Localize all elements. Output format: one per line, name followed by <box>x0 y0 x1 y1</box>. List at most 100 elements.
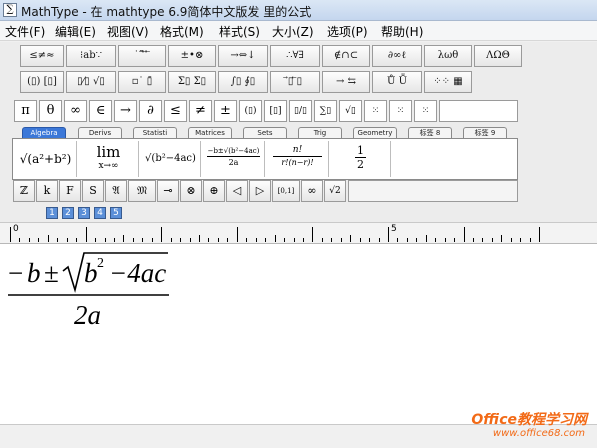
operators-palette-button[interactable]: ±•⊗ <box>168 45 216 67</box>
misc-symbols-palette-button[interactable]: ∂∞ℓ <box>372 45 422 67</box>
fences-palette-button[interactable]: (▯) [▯] <box>20 71 64 93</box>
less-equal-symbol-button[interactable]: ≤ <box>164 100 187 122</box>
fraktur-a-button[interactable]: 𝔄 <box>105 180 127 202</box>
menu-file[interactable]: 文件(F) <box>3 23 47 40</box>
window-title: MathType - 在 mathtype 6.9简体中文版发 里的公式 <box>21 5 312 19</box>
equation-b: b <box>27 258 41 288</box>
interval-button[interactable]: [0,1] <box>272 180 300 202</box>
ruler-label-0: 0 <box>13 224 19 234</box>
equation-radicand-b: b <box>84 258 98 288</box>
summation-palette-button[interactable]: Σ▯ Σ▯ <box>168 71 216 93</box>
ruler-label-5: 5 <box>391 224 397 234</box>
sum-template-button[interactable]: ∑▯ <box>314 100 337 122</box>
menu-style[interactable]: 样式(S) <box>217 23 262 40</box>
size-button-2[interactable]: 2 <box>62 207 74 219</box>
subscript-superscript-palette-button[interactable]: ▫˙ ▯̄ <box>118 71 166 93</box>
watermark-brand-en: Office <box>471 412 517 428</box>
infinity-button[interactable]: ∞ <box>301 180 323 202</box>
theta-symbol-button[interactable]: θ <box>39 100 62 122</box>
template-half-denominator: 2 <box>357 158 364 171</box>
template-hypotenuse[interactable]: √(a²+b²) <box>15 141 77 177</box>
watermark-brand-cn: 教程学习网 <box>517 412 587 428</box>
right-triangle-button[interactable]: ▷ <box>249 180 271 202</box>
menu-bar: 文件(F) 编辑(E) 视图(V) 格式(M) 样式(S) 大小(Z) 选项(P… <box>0 21 597 41</box>
brackets-template-button[interactable]: [▯] <box>264 100 287 122</box>
template-combination-numerator: n! <box>273 145 322 157</box>
not-equal-symbol-button[interactable]: ≠ <box>189 100 212 122</box>
app-icon: ∑ <box>3 3 17 17</box>
plus-minus-symbol-button[interactable]: ± <box>214 100 237 122</box>
greek-lower-palette-button[interactable]: λωθ <box>424 45 472 67</box>
size-button-3[interactable]: 3 <box>78 207 90 219</box>
parentheses-template-button[interactable]: (▯) <box>239 100 262 122</box>
sqrt-template-button[interactable]: √▯ <box>339 100 362 122</box>
size-button-1[interactable]: 1 <box>46 207 58 219</box>
template-half-numerator: 1 <box>355 144 366 158</box>
equation-plus-minus: ± <box>44 258 59 288</box>
matrices-palette-button[interactable]: ⁘⁘ ▦ <box>424 71 472 93</box>
template-discriminant[interactable]: √(b²−4ac) <box>141 141 201 177</box>
fraktur-m-button[interactable]: 𝔐 <box>128 180 156 202</box>
underbar-overbar-palette-button[interactable]: ⃗▯ ⃖▯ <box>270 71 320 93</box>
subscript-template-button[interactable]: ⁙ <box>364 100 387 122</box>
template-combination-denominator: r!(n−r)! <box>281 158 314 167</box>
infinity-symbol-button[interactable]: ∞ <box>64 100 87 122</box>
relations-palette-button[interactable]: ≤≠≈ <box>20 45 64 67</box>
equation-minus-sign: − <box>8 258 23 288</box>
algebra-templates: √(a²+b²) lim x→∞ √(b²−4ac) −b±√(b²−4ac) … <box>12 138 518 180</box>
menu-format[interactable]: 格式(M) <box>158 23 206 40</box>
menu-help[interactable]: 帮助(H) <box>379 23 425 40</box>
spaces-ellipses-palette-button[interactable]: ⁝ab∵ <box>66 45 116 67</box>
double-struck-z-button[interactable]: ℤ <box>13 180 35 202</box>
template-combination[interactable]: n! r!(n−r)! <box>267 141 329 177</box>
template-quadratic-formula[interactable]: −b±√(b²−4ac) 2a <box>203 141 265 177</box>
equation-radicand-rest: −4ac <box>109 258 166 288</box>
multimap-button[interactable]: ⊸ <box>157 180 179 202</box>
right-arrow-symbol-button[interactable]: → <box>114 100 137 122</box>
watermark-brand: Office教程学习网 <box>471 409 587 429</box>
empty-custom-slots <box>348 180 518 202</box>
partial-symbol-button[interactable]: ∂ <box>139 100 162 122</box>
menu-edit[interactable]: 编辑(E) <box>53 23 98 40</box>
size-button-4[interactable]: 4 <box>94 207 106 219</box>
products-palette-button[interactable]: Ů Ṻ <box>372 71 422 93</box>
equation-editor[interactable]: − b ± b 2 −4ac 2a <box>0 244 597 424</box>
equation: − b ± b 2 −4ac 2a <box>8 252 169 330</box>
set-theory-palette-button[interactable]: ∉∩⊂ <box>322 45 370 67</box>
arrows-palette-button[interactable]: →⇔↓ <box>218 45 268 67</box>
ruler-ticks <box>10 227 540 242</box>
fraction-template-button[interactable]: ▯/▯ <box>289 100 312 122</box>
size-button-5[interactable]: 5 <box>110 207 122 219</box>
f-button[interactable]: F <box>59 180 81 202</box>
limit-subscript: x→∞ <box>98 161 119 171</box>
menu-options[interactable]: 选项(P) <box>325 23 370 40</box>
mathtype-window: ∑ MathType - 在 mathtype 6.9简体中文版发 里的公式 文… <box>0 0 597 448</box>
element-of-symbol-button[interactable]: ∈ <box>89 100 112 122</box>
fractions-radicals-palette-button[interactable]: ▯⁄▯ √▯ <box>66 71 116 93</box>
limit-label: lim <box>96 143 121 161</box>
otimes-button[interactable]: ⊗ <box>180 180 202 202</box>
menu-view[interactable]: 视图(V) <box>105 23 151 40</box>
embellishments-palette-button[interactable]: ˙˜⃗ ⃡ ⃖ <box>118 45 166 67</box>
greek-upper-palette-button[interactable]: ΛΩΘ <box>474 45 522 67</box>
sqrt-two-button[interactable]: √2 <box>324 180 346 202</box>
left-triangle-button[interactable]: ◁ <box>226 180 248 202</box>
sub-superscript-template-button[interactable]: ⁙ <box>414 100 437 122</box>
ruler[interactable]: 0 5 <box>0 222 597 244</box>
menu-size[interactable]: 大小(Z) <box>270 23 316 40</box>
superscript-template-button[interactable]: ⁙ <box>389 100 412 122</box>
labeled-arrows-palette-button[interactable]: → ⇆ <box>322 71 370 93</box>
oplus-button[interactable]: ⊕ <box>203 180 225 202</box>
empty-symbol-slots <box>439 100 518 122</box>
pi-symbol-button[interactable]: π <box>14 100 37 122</box>
template-limit[interactable]: lim x→∞ <box>79 141 139 177</box>
k-button[interactable]: k <box>36 180 58 202</box>
title-bar: ∑ MathType - 在 mathtype 6.9简体中文版发 里的公式 <box>0 0 597 21</box>
s-button[interactable]: S <box>82 180 104 202</box>
palette-area: ≤≠≈ ⁝ab∵ ˙˜⃗ ⃡ ⃖ ±•⊗ →⇔↓ ∴∀∃ ∉∩⊂ ∂∞ℓ λωθ… <box>0 42 597 222</box>
equation-exponent: 2 <box>97 256 104 271</box>
integrals-palette-button[interactable]: ∫▯ ∮▯ <box>218 71 268 93</box>
logic-palette-button[interactable]: ∴∀∃ <box>270 45 320 67</box>
template-one-half[interactable]: 1 2 <box>331 141 391 177</box>
watermark-url: www.office68.com <box>492 428 585 439</box>
